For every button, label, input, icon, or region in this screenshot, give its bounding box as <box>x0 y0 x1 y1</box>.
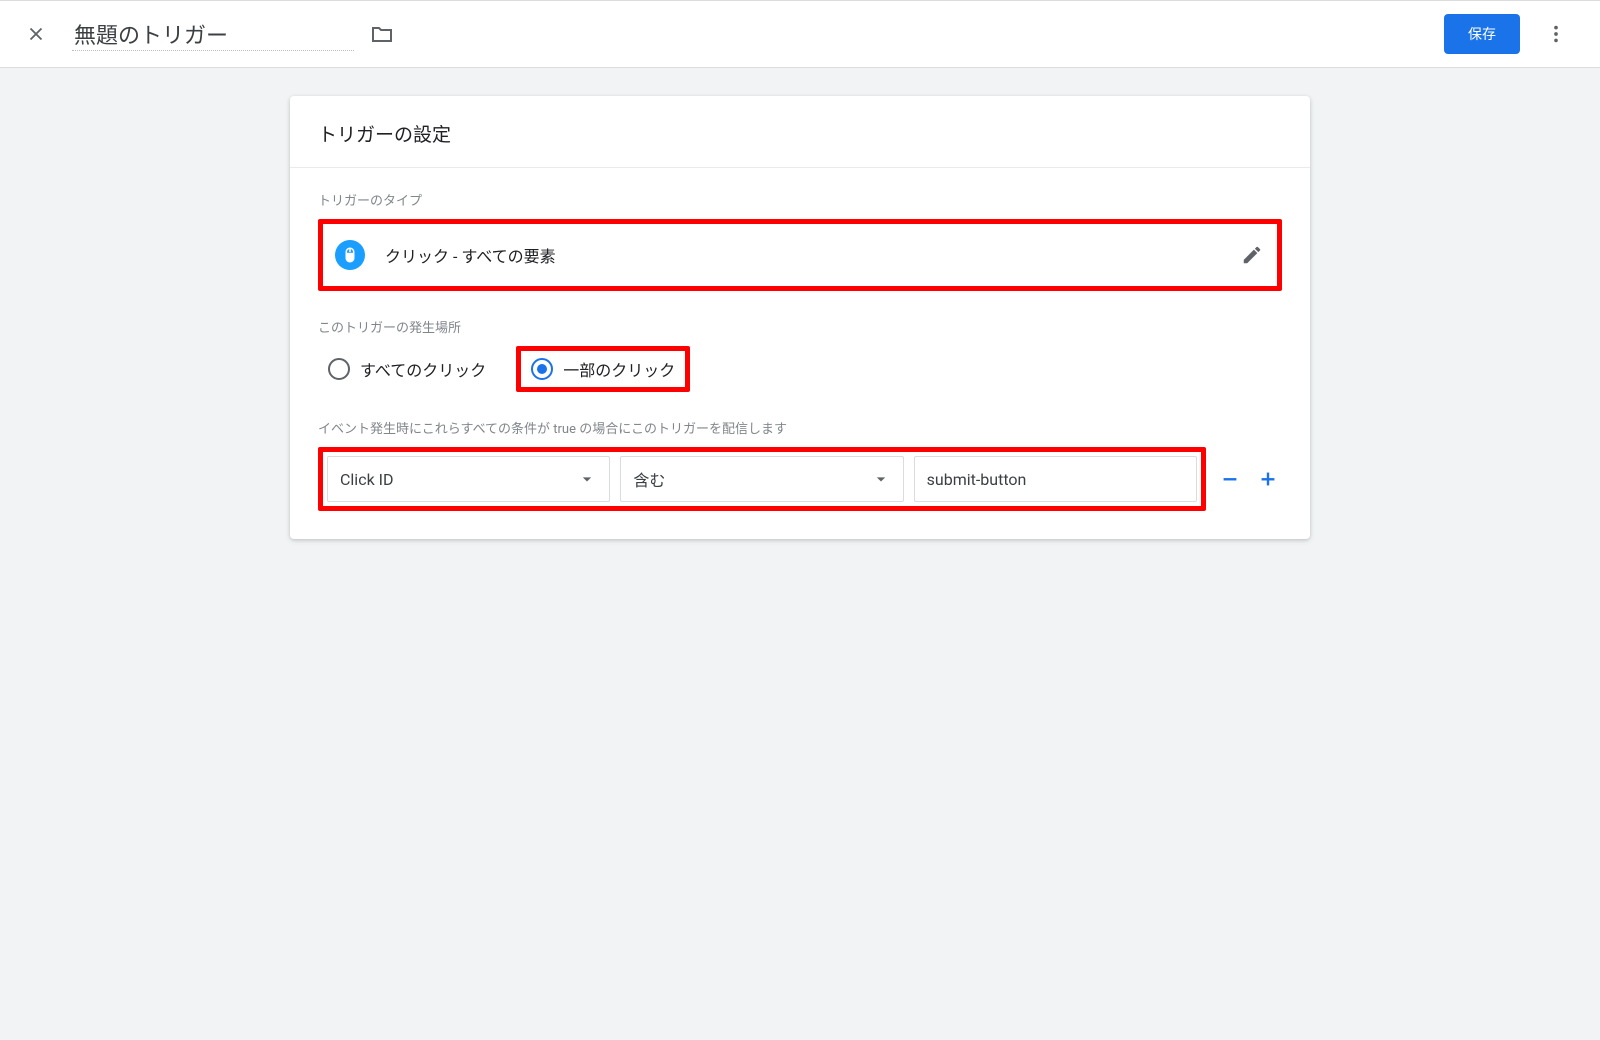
plus-icon <box>1257 468 1279 490</box>
card-title: トリガーの設定 <box>290 96 1310 168</box>
radio-some-clicks[interactable]: 一部のクリック <box>521 351 685 387</box>
mouse-icon <box>341 246 359 264</box>
condition-variable-value: Click ID <box>340 470 394 489</box>
conditions-label: イベント発生時にこれらすべての条件が true の場合にこのトリガーを配信します <box>318 418 1282 437</box>
radio-checked-icon <box>531 358 553 380</box>
condition-value-input[interactable] <box>914 456 1197 502</box>
radio-all-clicks[interactable]: すべてのクリック <box>318 351 496 387</box>
save-button[interactable]: 保存 <box>1444 14 1520 54</box>
radio-all-label: すべてのクリック <box>360 357 486 381</box>
topbar: 保存 <box>0 0 1600 68</box>
folder-icon <box>370 22 394 46</box>
pencil-icon <box>1241 244 1263 266</box>
fire-on-radio-group: すべてのクリック 一部のクリック <box>318 346 1282 392</box>
condition-operator-value: 含む <box>633 467 665 491</box>
remove-condition-button[interactable] <box>1216 465 1244 493</box>
trigger-type-label: トリガーのタイプ <box>318 190 1282 209</box>
trigger-type-value: クリック - すべての要素 <box>385 243 1221 267</box>
more-vert-icon <box>1545 23 1567 45</box>
chevron-down-icon <box>577 469 597 489</box>
radio-some-label: 一部のクリック <box>563 357 675 381</box>
condition-row: Click ID 含む <box>318 447 1282 511</box>
condition-operator-select[interactable]: 含む <box>620 456 903 502</box>
trigger-type-badge <box>335 240 365 270</box>
condition-variable-select[interactable]: Click ID <box>327 456 610 502</box>
edit-trigger-type-button[interactable] <box>1241 244 1263 266</box>
add-condition-button[interactable] <box>1254 465 1282 493</box>
trigger-type-row[interactable]: クリック - すべての要素 <box>318 219 1282 291</box>
more-menu-button[interactable] <box>1536 14 1576 54</box>
radio-unchecked-icon <box>328 358 350 380</box>
trigger-config-card: トリガーの設定 トリガーのタイプ クリック - すべての要素 このトリガーの発生… <box>290 96 1310 539</box>
minus-icon <box>1219 468 1241 490</box>
close-button[interactable] <box>16 14 56 54</box>
trigger-title-input[interactable] <box>72 17 354 51</box>
chevron-down-icon <box>871 469 891 489</box>
fire-on-label: このトリガーの発生場所 <box>318 317 1282 336</box>
close-icon <box>25 23 47 45</box>
folder-button[interactable] <box>370 22 394 46</box>
